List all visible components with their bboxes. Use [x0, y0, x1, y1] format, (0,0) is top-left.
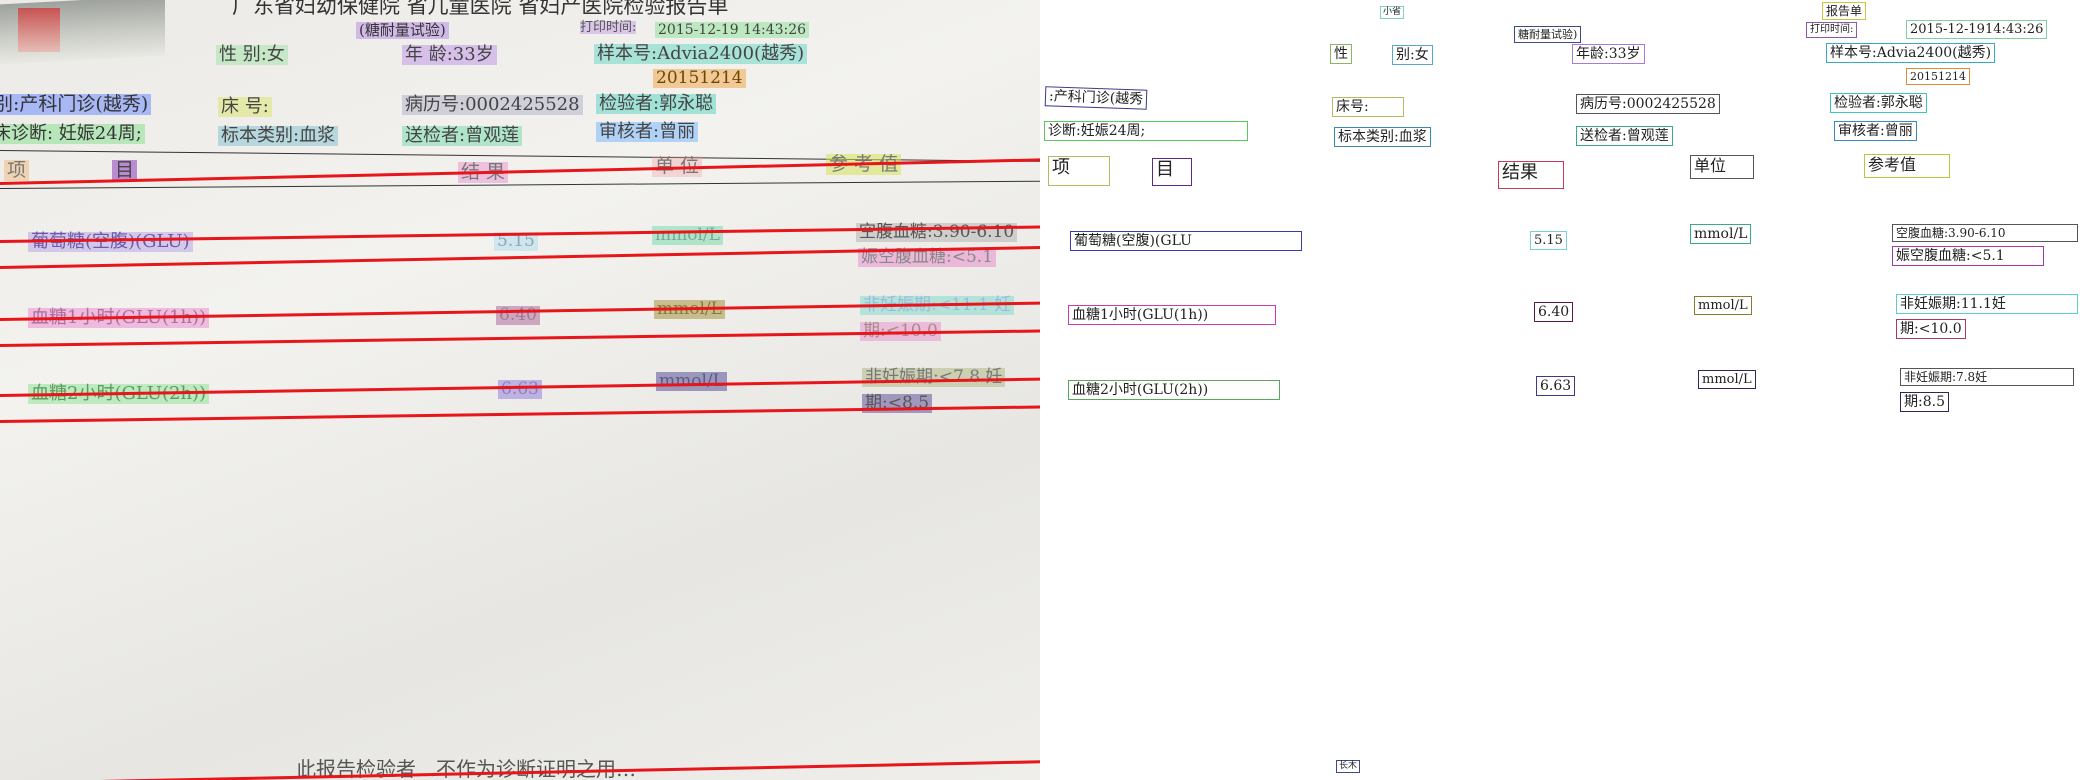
ocr-sample-date: 20151214	[1906, 68, 1970, 85]
ocr-r3-unit: mmol/L	[1698, 370, 1756, 389]
ocr-sex-value: 别:女	[1392, 45, 1433, 65]
dept-field: 科别:产科门诊(越秀)	[0, 94, 152, 115]
ocr-col-unit: 单位	[1690, 155, 1754, 179]
ocr-r3-result: 6.63	[1536, 376, 1576, 396]
diagnosis-field: 临床诊断: 妊娠24周;	[0, 124, 145, 144]
ocr-sample-no: 样本号:Advia2400(越秀)	[1826, 43, 1996, 63]
ocr-r2-item: 血糖1小时(GLU(1h))	[1068, 305, 1276, 325]
ocr-examiner: 检验者:郭永聪	[1830, 93, 1927, 113]
ocr-sex-label: 性	[1330, 44, 1352, 64]
ocr-dept: :产科门诊(越秀	[1044, 86, 1148, 110]
tape-red-mark	[18, 8, 60, 52]
row1-unit: mmol/L	[652, 226, 723, 245]
test-name: (糖耐量试验)	[356, 22, 449, 39]
age-field: 年 龄:33岁	[402, 45, 497, 65]
ocr-reviewer: 审核者:曾丽	[1834, 121, 1917, 141]
report-photo: 广东省妇幼保健院 省儿童医院 省妇产医院检验报告单 (糖耐量试验) 打印时间: …	[0, 0, 1040, 780]
ocr-sender: 送检者:曾观莲	[1576, 126, 1673, 146]
ocr-r3-ref2: 期:8.5	[1900, 392, 1949, 412]
sample-no-field: 样本号:Advia2400(越秀)	[594, 44, 808, 64]
ocr-r2-result: 6.40	[1534, 302, 1574, 322]
row3-result: 6.63	[498, 380, 542, 399]
row3-unit: mmol/L	[656, 372, 727, 391]
ocr-r2-unit: mmol/L	[1694, 296, 1752, 315]
ocr-annotation-panel: 小省 糖耐量试验) 报告单 打印时间: 2015-12-1914:43:26 性…	[1040, 0, 2080, 780]
ocr-r2-ref1: 非妊娠期:11.1妊	[1896, 294, 2078, 314]
bed-field: 床 号:	[218, 97, 272, 117]
examiner-field: 检验者:郭永聪	[596, 94, 717, 114]
ocr-r1-result: 5.15	[1530, 231, 1567, 250]
ocr-r1-unit: mmol/L	[1690, 224, 1752, 244]
ocr-col-ref: 参考值	[1864, 154, 1950, 178]
ocr-col-item-2: 目	[1152, 158, 1192, 186]
print-time: 2015-12-19 14:43:26	[655, 22, 810, 38]
sample-date: 20151214	[653, 69, 746, 88]
ocr-r2-ref2: 期:<10.0	[1896, 319, 1966, 339]
header-rule-bottom	[0, 180, 1040, 189]
ocr-bed: 床号:	[1332, 97, 1404, 117]
ocr-record-no: 病历号:0002425528	[1576, 94, 1720, 114]
ocr-footer: 长木	[1336, 760, 1361, 773]
ocr-print-time: 2015-12-1914:43:26	[1906, 20, 2048, 39]
ocr-age: 年龄:33岁	[1572, 44, 1645, 64]
record-no-field: 病历号:0002425528	[402, 95, 583, 115]
ocr-print-time-label: 打印时间:	[1806, 22, 1858, 38]
ocr-diagnosis: 诊断:妊娠24周;	[1044, 121, 1248, 141]
ocr-specimen: 标本类别:血浆	[1334, 127, 1431, 147]
ocr-test-name: 糖耐量试验)	[1514, 26, 1582, 43]
ocr-r1-ref1: 空腹血糖:3.90-6.10	[1892, 224, 2078, 242]
sex-field: 性 别:女	[216, 45, 288, 65]
ocr-r1-ref2: 娠空腹血糖:<5.1	[1892, 246, 2044, 266]
ocr-r3-item: 血糖2小时(GLU(2h))	[1068, 380, 1280, 400]
ocr-small-top: 小省	[1380, 6, 1405, 19]
ocr-r3-ref1: 非妊娠期:7.8妊	[1900, 368, 2074, 386]
ocr-r1-item: 葡萄糖(空腹)(GLU	[1070, 231, 1302, 251]
col-item-1: 项	[4, 160, 30, 181]
sender-field: 送检者:曾观莲	[402, 126, 523, 146]
red-line-7	[0, 405, 1040, 423]
report-title: 广东省妇幼保健院 省儿童医院 省妇产医院检验报告单	[232, 0, 729, 18]
ocr-title-tail: 报告单	[1822, 2, 1867, 20]
ocr-col-result: 结果	[1498, 161, 1564, 189]
col-item-2: 目	[112, 160, 138, 181]
row3-ref1: 非妊娠期:<7.8 妊	[862, 368, 1006, 387]
reviewer-field: 审核者:曾丽	[596, 122, 699, 142]
print-time-label: 打印时间:	[580, 20, 637, 35]
ocr-col-item-1: 项	[1048, 156, 1110, 186]
specimen-field: 标本类别:血浆	[218, 126, 339, 146]
